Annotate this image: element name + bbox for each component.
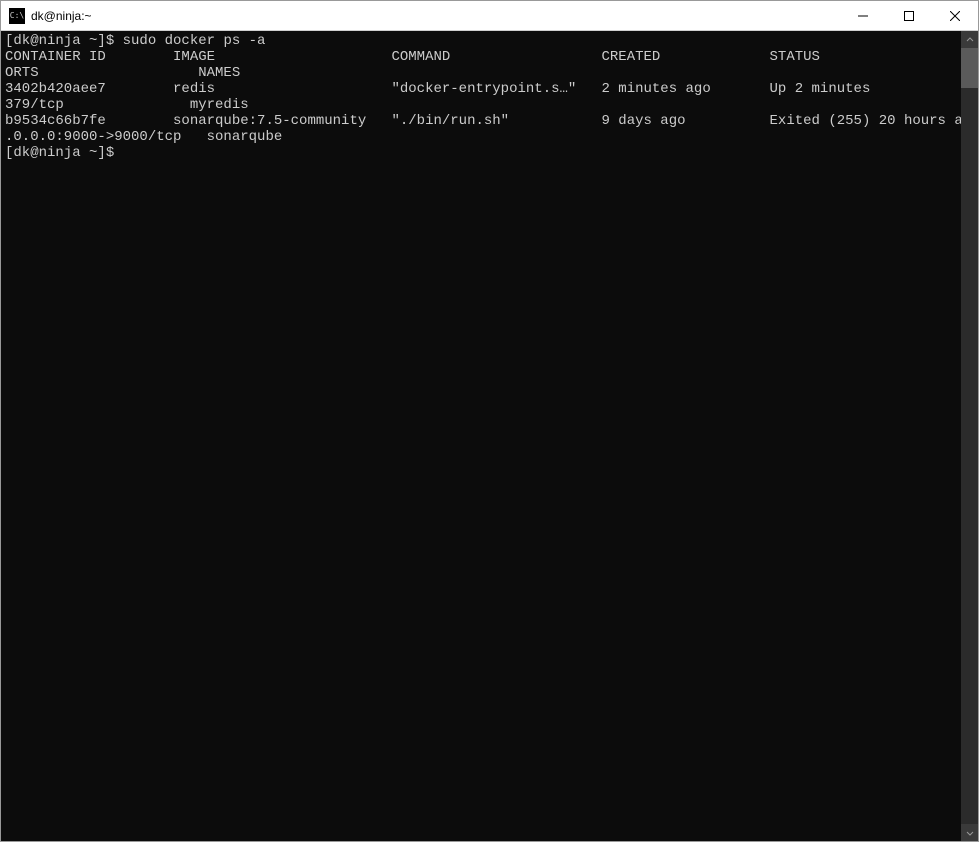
- prompt-line: [dk@ninja ~]$ sudo docker ps -a: [5, 33, 961, 49]
- chevron-up-icon: [966, 36, 974, 44]
- prompt-line: [dk@ninja ~]$: [5, 145, 961, 161]
- close-icon: [950, 11, 960, 21]
- command-text: sudo docker ps -a: [123, 33, 266, 49]
- window-controls: [840, 1, 978, 30]
- prompt: [dk@ninja ~]$: [5, 145, 123, 161]
- terminal-output[interactable]: [dk@ninja ~]$ sudo docker ps -aCONTAINER…: [1, 31, 961, 841]
- scrollbar-up-button[interactable]: [961, 31, 978, 48]
- table-row: .0.0.0:9000->9000/tcp sonarqube: [5, 129, 961, 145]
- table-row: 379/tcp myredis: [5, 97, 961, 113]
- table-row: 3402b420aee7 redis "docker-entrypoint.s……: [5, 81, 961, 97]
- minimize-icon: [858, 11, 868, 21]
- terminal-icon: C:\: [9, 8, 25, 24]
- scrollbar-thumb[interactable]: [961, 48, 978, 88]
- titlebar: C:\ dk@ninja:~: [1, 1, 978, 31]
- vertical-scrollbar[interactable]: [961, 31, 978, 841]
- chevron-down-icon: [966, 829, 974, 837]
- table-row: b9534c66b7fe sonarqube:7.5-community "./…: [5, 113, 961, 129]
- terminal-icon-text: C:\: [10, 11, 24, 20]
- minimize-button[interactable]: [840, 1, 886, 30]
- prompt: [dk@ninja ~]$: [5, 33, 123, 49]
- close-button[interactable]: [932, 1, 978, 30]
- maximize-icon: [904, 11, 914, 21]
- window-title: dk@ninja:~: [31, 9, 840, 23]
- table-header-line1: CONTAINER ID IMAGE COMMAND CREATED STATU…: [5, 49, 961, 65]
- scrollbar-down-button[interactable]: [961, 824, 978, 841]
- maximize-button[interactable]: [886, 1, 932, 30]
- table-header-line2: ORTS NAMES: [5, 65, 961, 81]
- content-area: [dk@ninja ~]$ sudo docker ps -aCONTAINER…: [1, 31, 978, 841]
